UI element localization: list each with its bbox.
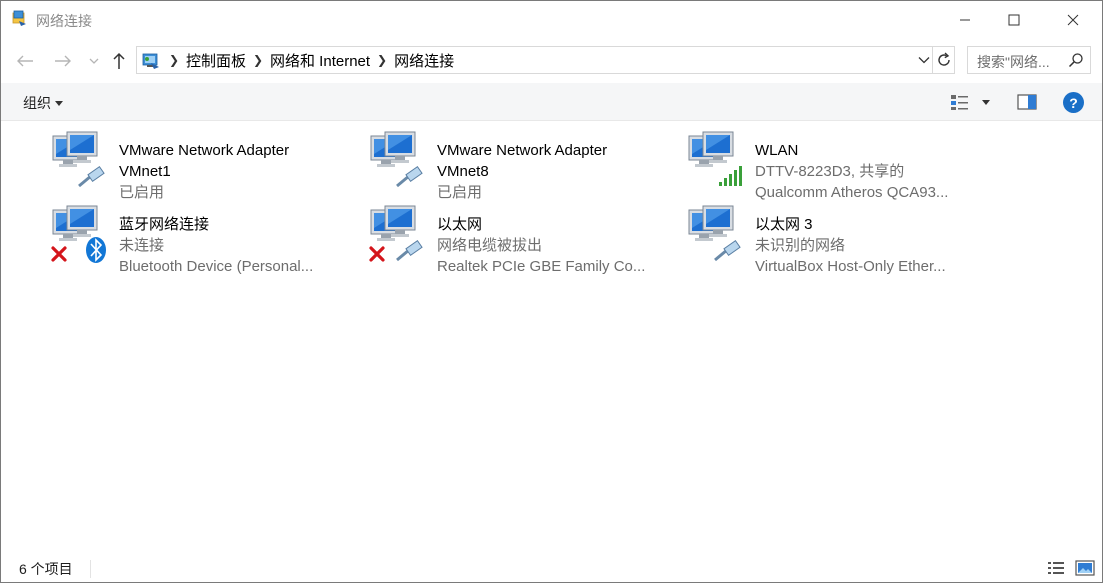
connection-text: 蓝牙网络连接 未连接 Bluetooth Device (Personal... <box>119 214 349 277</box>
connection-device: Bluetooth Device (Personal... <box>119 258 314 275</box>
organize-button[interactable]: 组织 <box>23 93 63 113</box>
connection-status: DTTV-8223D3, 共享的 <box>755 163 905 180</box>
bluetooth-adapter-icon <box>51 205 106 263</box>
arrow-left-icon <box>17 55 33 67</box>
address-bar[interactable]: ❯ 控制面板 ❯ 网络和 Internet ❯ 网络连接 <box>136 46 933 74</box>
connection-name: VMware Network Adapter <box>437 142 608 159</box>
breadcrumb: ❯ 控制面板 ❯ 网络和 Internet ❯ 网络连接 <box>165 47 457 73</box>
large-icons-view-icon[interactable] <box>1075 559 1095 577</box>
chevron-down-icon <box>89 58 99 64</box>
connection-item-ethernet-3[interactable]: 以太网 3 未识别的网络 VirtualBox Host-Only Ether.… <box>687 204 987 275</box>
connection-item-vmnet8[interactable]: VMware Network Adapter VMnet8 已启用 <box>369 130 669 201</box>
preview-pane-icon[interactable] <box>1017 93 1037 111</box>
connection-item-ethernet[interactable]: 以太网 网络电缆被拔出 Realtek PCIe GBE Family Co..… <box>369 204 669 275</box>
address-dropdown-button[interactable] <box>916 51 932 69</box>
control-panel-icon <box>142 53 159 69</box>
network-cable-icon <box>396 166 423 188</box>
connection-item-vmnet1[interactable]: VMware Network Adapter VMnet1 已启用 <box>51 130 351 201</box>
connection-name-line2: VMnet8 <box>437 163 489 180</box>
connection-status: 未连接 <box>119 237 165 254</box>
connection-name-line2: VMnet1 <box>119 163 171 180</box>
connection-item-bluetooth[interactable]: 蓝牙网络连接 未连接 Bluetooth Device (Personal... <box>51 204 351 275</box>
network-cable-icon <box>714 240 741 262</box>
status-divider <box>90 560 91 578</box>
connection-text: 以太网 网络电缆被拔出 Realtek PCIe GBE Family Co..… <box>437 214 667 277</box>
ethernet-adapter-icon <box>688 205 741 262</box>
breadcrumb-network-internet[interactable]: 网络和 Internet <box>267 50 373 71</box>
chevron-down-icon <box>918 57 930 64</box>
command-bar: 组织 ? <box>1 83 1102 121</box>
refresh-icon <box>937 52 950 66</box>
recent-locations-button[interactable] <box>85 49 103 73</box>
change-view-icon[interactable] <box>949 92 971 112</box>
connection-name: VMware Network Adapter <box>119 142 290 159</box>
chevron-right-icon[interactable]: ❯ <box>373 53 391 67</box>
connection-status: 已启用 <box>437 184 483 201</box>
ethernet-adapter-icon <box>369 205 423 262</box>
connection-name: 蓝牙网络连接 <box>119 216 210 233</box>
connection-text: 以太网 3 未识别的网络 VirtualBox Host-Only Ether.… <box>755 214 985 277</box>
connection-name: 以太网 3 <box>755 216 813 233</box>
connection-text: VMware Network Adapter VMnet1 已启用 <box>119 140 349 203</box>
close-button[interactable] <box>1050 1 1096 39</box>
arrow-up-icon <box>113 52 125 69</box>
connection-text: VMware Network Adapter VMnet8 已启用 <box>437 140 667 203</box>
bluetooth-icon <box>86 237 106 263</box>
help-button[interactable]: ? <box>1063 92 1084 113</box>
minimize-icon <box>960 19 970 21</box>
organize-label: 组织 <box>23 95 51 111</box>
connection-status: 未识别的网络 <box>755 237 846 254</box>
connection-text: WLAN DTTV-8223D3, 共享的 Qualcomm Atheros Q… <box>755 140 985 203</box>
connection-name: 以太网 <box>437 216 483 233</box>
breadcrumb-network-connections[interactable]: 网络连接 <box>391 50 457 71</box>
connection-device: VirtualBox Host-Only Ether... <box>755 258 946 275</box>
network-connections-icon <box>12 10 26 26</box>
connections-list: VMware Network Adapter VMnet1 已启用 VMware… <box>1 122 1102 542</box>
ethernet-adapter-icon <box>370 131 423 188</box>
forward-button[interactable] <box>51 49 75 73</box>
ethernet-adapter-icon <box>52 131 105 188</box>
minimize-button[interactable] <box>942 1 988 39</box>
status-bar: 6 个项目 <box>1 554 1102 582</box>
arrow-right-icon <box>55 55 71 67</box>
search-box[interactable]: 搜索"网络... <box>967 46 1091 74</box>
window-title: 网络连接 <box>36 13 92 29</box>
breadcrumb-control-panel[interactable]: 控制面板 <box>183 50 249 71</box>
back-button[interactable] <box>13 49 37 73</box>
connection-item-wlan[interactable]: WLAN DTTV-8223D3, 共享的 Qualcomm Atheros Q… <box>687 130 987 201</box>
network-cable-icon <box>78 166 105 188</box>
navigation-bar: ❯ 控制面板 ❯ 网络和 Internet ❯ 网络连接 搜索"网络... <box>1 41 1102 81</box>
connection-name: WLAN <box>755 142 799 159</box>
maximize-button[interactable] <box>991 1 1037 39</box>
connection-device: Qualcomm Atheros QCA93... <box>755 184 949 201</box>
chevron-right-icon: ❯ <box>168 53 180 67</box>
search-input[interactable]: 搜索"网络... <box>977 52 1050 72</box>
chevron-right-icon[interactable]: ❯ <box>249 53 267 67</box>
up-button[interactable] <box>107 49 131 73</box>
caret-down-icon <box>55 100 63 106</box>
view-options-button[interactable] <box>979 92 993 112</box>
maximize-icon <box>1008 14 1020 26</box>
close-icon <box>1067 14 1079 26</box>
disconnected-x-icon <box>369 246 385 262</box>
signal-strength-icon <box>719 166 742 186</box>
disconnected-x-icon <box>51 246 67 262</box>
help-icon: ? <box>1069 94 1078 111</box>
item-count: 6 个项目 <box>19 561 73 577</box>
window: 网络连接 ❯ 控制面板 ❯ 网络和 Internet ❯ 网络连接 搜索"网络.… <box>0 0 1103 583</box>
search-icon <box>1068 53 1083 68</box>
network-cable-icon <box>396 240 423 262</box>
caret-down-icon <box>982 99 990 105</box>
refresh-button[interactable] <box>933 46 955 74</box>
connection-device: Realtek PCIe GBE Family Co... <box>437 258 646 275</box>
connection-status: 网络电缆被拔出 <box>437 237 543 254</box>
title-bar: 网络连接 <box>1 1 1102 39</box>
details-view-icon[interactable] <box>1047 560 1065 576</box>
wifi-adapter-icon <box>688 131 742 186</box>
connection-status: 已启用 <box>119 184 165 201</box>
